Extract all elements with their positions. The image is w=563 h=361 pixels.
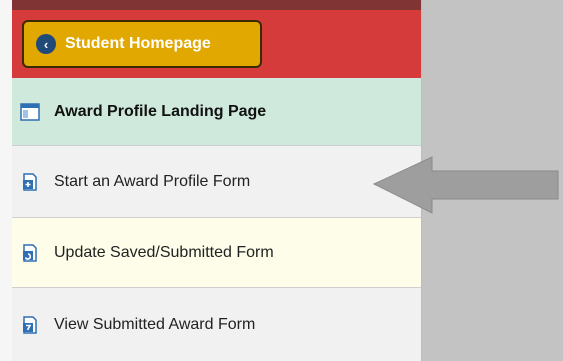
nav-item-label: Start an Award Profile Form — [54, 172, 251, 190]
nav-item-label: Award Profile Landing Page — [54, 102, 267, 120]
left-arrow-icon — [372, 156, 559, 214]
navigation-panel: ‹ Student Homepage Award Profile Landing… — [12, 0, 422, 361]
nav-item-label: Update Saved/Submitted Form — [54, 243, 274, 261]
nav-item-start-form[interactable]: Start an Award Profile Form — [12, 146, 421, 218]
nav-item-label: View Submitted Award Form — [54, 315, 256, 333]
left-edge-strip — [0, 0, 12, 361]
window-icon — [20, 102, 40, 121]
chevron-left-circle-icon: ‹ — [36, 34, 56, 54]
nav-item-update-form[interactable]: Update Saved/Submitted Form — [12, 218, 421, 288]
nav-item-landing[interactable]: Award Profile Landing Page — [12, 78, 421, 146]
edit-document-icon — [23, 243, 37, 262]
panel-header: ‹ Student Homepage — [12, 0, 421, 78]
view-document-icon — [23, 315, 37, 334]
home-button-label: Student Homepage — [65, 35, 211, 52]
nav-item-view-form[interactable]: View Submitted Award Form — [12, 288, 421, 361]
header-top-edge — [12, 0, 421, 10]
add-document-icon — [23, 172, 37, 191]
student-homepage-button[interactable]: ‹ Student Homepage — [22, 20, 262, 68]
